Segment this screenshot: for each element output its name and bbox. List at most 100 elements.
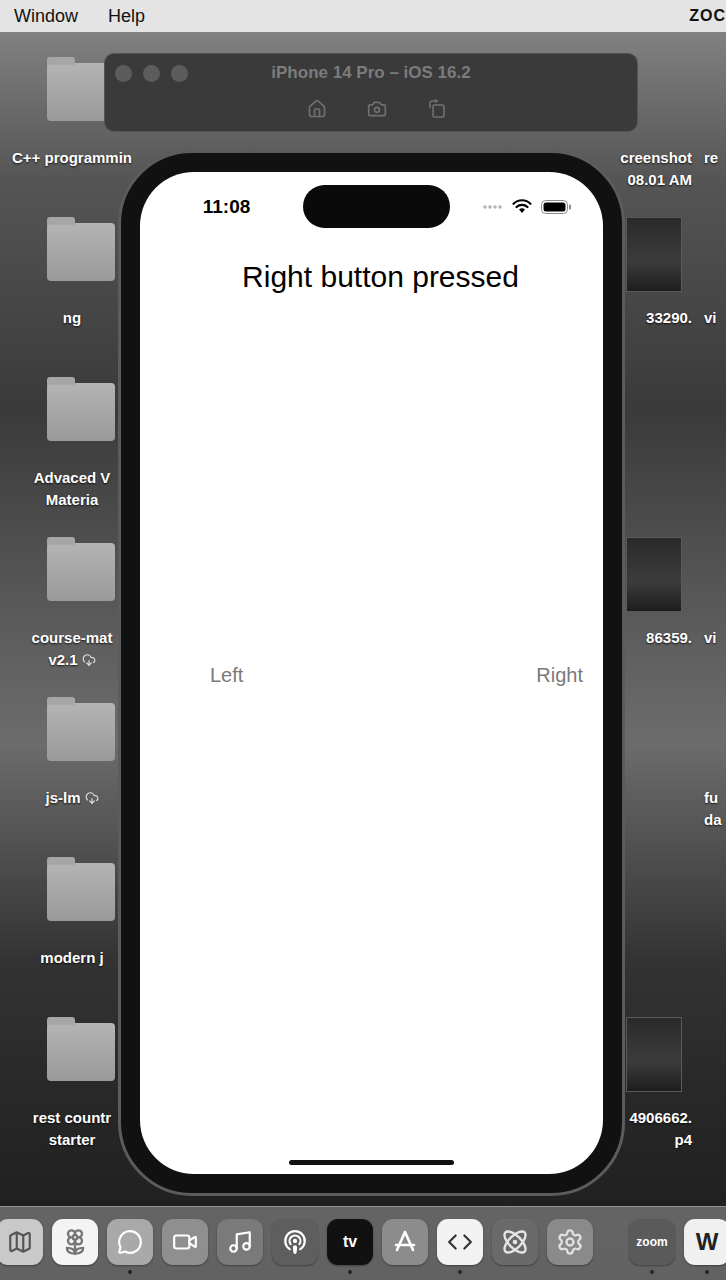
- running-indicator: [293, 1270, 297, 1274]
- menu-item[interactable]: Window: [14, 6, 78, 27]
- folder-icon[interactable]: [47, 223, 115, 281]
- rotate-icon: [427, 99, 447, 119]
- gear-icon: [556, 1228, 584, 1256]
- camera-icon: [367, 99, 387, 119]
- camera-icon: [172, 1229, 198, 1255]
- close-button[interactable]: [115, 65, 132, 82]
- settings-app-icon[interactable]: [547, 1219, 593, 1265]
- running-indicator: [73, 1270, 77, 1274]
- message-icon: [117, 1229, 143, 1255]
- desktop: WindowHelpZOCC++ programminngAdvaced VMa…: [0, 0, 726, 1280]
- photos-dock-item[interactable]: [52, 1219, 98, 1274]
- app-icon-label: W: [696, 1228, 719, 1256]
- atom-dock-item[interactable]: [492, 1219, 538, 1274]
- folder-icon[interactable]: [47, 543, 115, 601]
- atom-icon: [501, 1228, 529, 1256]
- simulator-toolbar: [105, 92, 637, 126]
- window-controls: [105, 65, 271, 82]
- messages-app-icon[interactable]: [107, 1219, 153, 1265]
- simulator-title: iPhone 14 Pro – iOS 16.2: [271, 63, 470, 83]
- iphone-frame: 11:08 Right button pressed Left Right: [118, 150, 625, 1196]
- desktop-file[interactable]: fuda: [704, 697, 726, 857]
- file-label: vi: [704, 627, 726, 649]
- file-label: re: [704, 147, 726, 169]
- desktop-file[interactable]: re: [704, 57, 726, 217]
- running-indicator: [568, 1270, 572, 1274]
- cloud-download-icon: [85, 791, 99, 805]
- file-label: fuda: [704, 787, 726, 831]
- running-indicator: [705, 1270, 709, 1274]
- wifi-icon: [512, 199, 532, 214]
- running-indicator: [458, 1270, 462, 1274]
- rotate-button[interactable]: [427, 99, 447, 119]
- menu-app-name[interactable]: ZOC: [685, 7, 726, 25]
- status-indicators: [450, 199, 603, 214]
- file-label: creenshot08.01 AM: [604, 147, 700, 191]
- podcast-icon: [282, 1229, 308, 1255]
- tv-app-icon[interactable]: tv: [327, 1219, 373, 1265]
- screenshot-button[interactable]: [367, 99, 387, 119]
- minimize-button[interactable]: [143, 65, 160, 82]
- folder-icon[interactable]: [47, 1023, 115, 1081]
- facetime-app-icon[interactable]: [162, 1219, 208, 1265]
- running-indicator: [403, 1270, 407, 1274]
- video-thumbnail[interactable]: [626, 537, 682, 612]
- running-indicator: [348, 1270, 352, 1274]
- desktop-edge-icons: re vi vi fuda: [704, 57, 726, 1177]
- code-icon: [447, 1229, 473, 1255]
- word-dock-item[interactable]: W: [684, 1219, 726, 1274]
- menu-bar: Window Help ZOC: [0, 0, 726, 32]
- zoom-app-icon[interactable]: zoom: [629, 1219, 675, 1265]
- home-button[interactable]: [307, 99, 327, 119]
- atom-app-icon[interactable]: [492, 1219, 538, 1265]
- running-indicator: [238, 1270, 242, 1274]
- app-store-app-icon[interactable]: [382, 1219, 428, 1265]
- running-indicator: [513, 1270, 517, 1274]
- app-icon-label: zoom: [636, 1235, 667, 1249]
- tv-dock-item[interactable]: tv: [327, 1219, 373, 1274]
- maps-dock-item[interactable]: [0, 1219, 43, 1274]
- direction-button[interactable]: Right: [536, 663, 583, 687]
- folder-label: C++ programmin: [0, 147, 144, 169]
- podcasts-app-icon[interactable]: [272, 1219, 318, 1265]
- button-row: Left Right: [140, 663, 603, 687]
- music-dock-item[interactable]: [217, 1219, 263, 1274]
- app-store-icon: [391, 1228, 419, 1256]
- signal-icon: [483, 204, 503, 210]
- facetime-dock-item[interactable]: [162, 1219, 208, 1274]
- folder-icon[interactable]: [47, 703, 115, 761]
- dock: tv zoom W: [0, 1206, 726, 1280]
- home-icon: [307, 99, 327, 119]
- battery-icon: [541, 200, 571, 214]
- settings-dock-item[interactable]: [547, 1219, 593, 1274]
- running-indicator: [650, 1270, 654, 1274]
- zoom-dock-item[interactable]: zoom: [629, 1219, 675, 1274]
- file-label: vi: [704, 307, 726, 329]
- desktop-file[interactable]: vi: [704, 537, 726, 697]
- podcasts-dock-item[interactable]: [272, 1219, 318, 1274]
- folder-icon[interactable]: [47, 383, 115, 441]
- video-thumbnail[interactable]: [626, 1017, 682, 1092]
- music-note-icon: [227, 1229, 253, 1255]
- vscode-app-icon[interactable]: [437, 1219, 483, 1265]
- video-thumbnail[interactable]: [626, 217, 682, 292]
- menu-item[interactable]: Help: [108, 6, 145, 27]
- direction-button[interactable]: Left: [210, 663, 243, 687]
- folder-icon[interactable]: [47, 863, 115, 921]
- status-message: Right button pressed: [140, 259, 603, 295]
- messages-dock-item[interactable]: [107, 1219, 153, 1274]
- vscode-dock-item[interactable]: [437, 1219, 483, 1274]
- desktop-file[interactable]: vi: [704, 217, 726, 377]
- phone-screen: 11:08 Right button pressed Left Right: [140, 172, 603, 1174]
- home-indicator[interactable]: [289, 1160, 454, 1165]
- simulator-title-bar: iPhone 14 Pro – iOS 16.2: [104, 53, 638, 132]
- word-app-icon[interactable]: W: [684, 1219, 726, 1265]
- maps-app-icon[interactable]: [0, 1219, 43, 1265]
- flower-icon: [61, 1228, 89, 1256]
- music-app-icon[interactable]: [217, 1219, 263, 1265]
- zoom-button[interactable]: [171, 65, 188, 82]
- map-icon: [7, 1229, 33, 1255]
- app-store-dock-item[interactable]: [382, 1219, 428, 1274]
- photos-app-icon[interactable]: [52, 1219, 98, 1265]
- status-time: 11:08: [140, 196, 303, 218]
